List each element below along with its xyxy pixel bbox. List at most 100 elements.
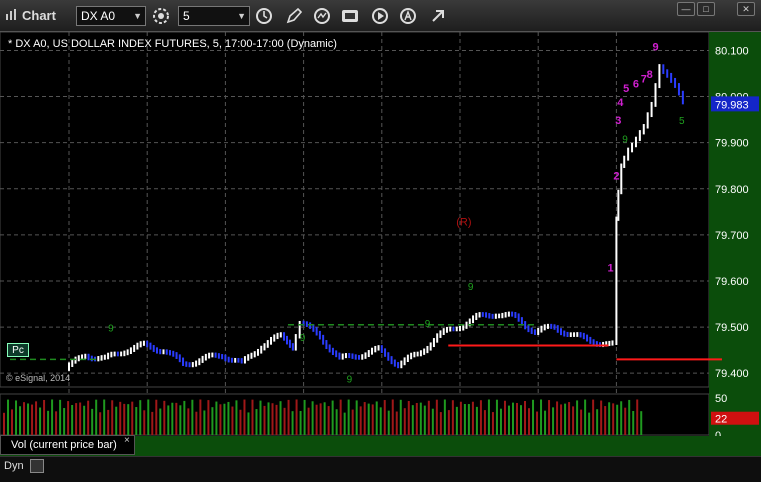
volume-bar	[243, 399, 246, 435]
volume-bar	[251, 399, 254, 435]
y-tick-label: 79.800	[715, 184, 749, 196]
volume-bar	[331, 400, 334, 435]
window-title: Chart	[22, 8, 56, 23]
volume-plot-area	[0, 393, 710, 436]
volume-bar	[524, 400, 527, 435]
volume-bar	[572, 406, 575, 435]
volume-bar	[435, 399, 438, 435]
volume-bar	[552, 407, 555, 435]
volume-bar	[467, 404, 470, 435]
volume-bar	[87, 400, 90, 435]
volume-bar	[187, 408, 190, 435]
interval-value: 5	[183, 9, 190, 23]
volume-bar	[51, 399, 54, 435]
volume-bar	[495, 399, 498, 435]
volume-bar	[95, 399, 98, 435]
volume-bar	[403, 408, 406, 435]
volume-bar	[600, 400, 603, 435]
setup-count-label: 6	[633, 78, 639, 90]
clock-icon[interactable]	[254, 6, 274, 26]
chevron-down-icon[interactable]: ▼	[237, 7, 246, 25]
volume-bar	[483, 410, 486, 435]
countdown-count-label: 5	[679, 116, 685, 127]
close-icon[interactable]: ×	[124, 435, 130, 446]
volume-bar	[107, 409, 110, 435]
setup-count-label: 8	[647, 69, 653, 81]
dynamic-toggle-icon[interactable]	[30, 459, 44, 473]
maximize-button[interactable]: □	[697, 2, 715, 16]
volume-bar	[283, 407, 286, 435]
volume-bar	[580, 409, 583, 435]
volume-bar	[295, 399, 298, 435]
volume-bar	[135, 407, 138, 435]
volume-bar	[451, 400, 454, 435]
countdown-count-label: 9	[108, 324, 114, 335]
grid	[0, 32, 710, 435]
volume-bar	[179, 405, 182, 435]
volume-study-label[interactable]: Vol (current price bar)	[0, 435, 135, 455]
minimize-button[interactable]: —	[677, 2, 695, 16]
volume-bar	[259, 400, 262, 435]
volume-bar	[195, 411, 198, 435]
symbol-settings-icon[interactable]	[151, 6, 171, 26]
volume-bar	[327, 406, 330, 435]
volume-bar	[363, 402, 366, 435]
volume-bar	[355, 400, 358, 435]
volume-bar	[3, 412, 5, 435]
chevron-down-icon[interactable]: ▼	[133, 7, 142, 25]
volume-bar	[239, 409, 242, 435]
chart-window-icon	[6, 9, 16, 20]
volume-bar	[23, 402, 26, 435]
gif-icon[interactable]	[340, 6, 360, 26]
volume-bar	[323, 402, 326, 435]
volume-bar	[119, 401, 122, 435]
volume-bar	[427, 400, 430, 435]
volume-bar	[335, 409, 338, 435]
volume-bar	[7, 399, 10, 435]
volume-bar	[371, 404, 374, 435]
volume-bar	[207, 400, 210, 435]
symbol-input[interactable]: DX A0 ▼	[76, 6, 146, 26]
close-button[interactable]: ✕	[737, 2, 755, 16]
volume-bar	[540, 399, 543, 435]
alert-a-icon[interactable]	[398, 6, 418, 26]
volume-bar	[271, 403, 274, 435]
reversal-marker: (R)	[456, 217, 471, 229]
y-tick-label: 79.600	[715, 276, 749, 288]
volume-bar	[231, 406, 234, 435]
volume-bar	[532, 399, 535, 435]
volume-bar	[267, 402, 270, 435]
volume-bar	[632, 411, 635, 435]
pencil-icon[interactable]	[284, 6, 304, 26]
prev-close-tag: Pc	[7, 343, 29, 357]
time-axis-bar	[0, 456, 761, 482]
volume-bar	[399, 399, 402, 435]
dyn-label[interactable]: Dyn	[4, 460, 24, 472]
volume-bar	[307, 407, 310, 435]
volume-bar	[63, 408, 66, 435]
volume-bar	[31, 404, 34, 435]
play-icon[interactable]	[370, 6, 390, 26]
countdown-count-label: 9	[468, 282, 474, 293]
countdown-count-label: 9	[347, 374, 353, 385]
price-chart[interactable]: 80.10080.00079.90079.80079.70079.60079.5…	[0, 32, 761, 481]
volume-bar	[123, 403, 126, 435]
link-icon[interactable]	[428, 6, 448, 26]
volume-bar	[471, 401, 474, 435]
volume-bar	[79, 402, 82, 435]
volume-bar	[391, 399, 394, 435]
volume-bar	[415, 402, 418, 435]
volume-bar	[223, 403, 226, 435]
volume-bar	[19, 406, 22, 435]
volume-bar	[131, 401, 134, 435]
volume-bar	[203, 410, 206, 435]
refresh-cycle-icon[interactable]	[312, 6, 332, 26]
volume-bar	[227, 401, 230, 435]
volume-bar	[247, 412, 250, 435]
volume-bar	[564, 403, 567, 435]
interval-input[interactable]: 5 ▼	[178, 6, 250, 26]
volume-bar	[519, 405, 522, 435]
volume-bar	[291, 411, 294, 435]
volume-bar	[375, 401, 378, 435]
volume-bar	[491, 412, 494, 435]
